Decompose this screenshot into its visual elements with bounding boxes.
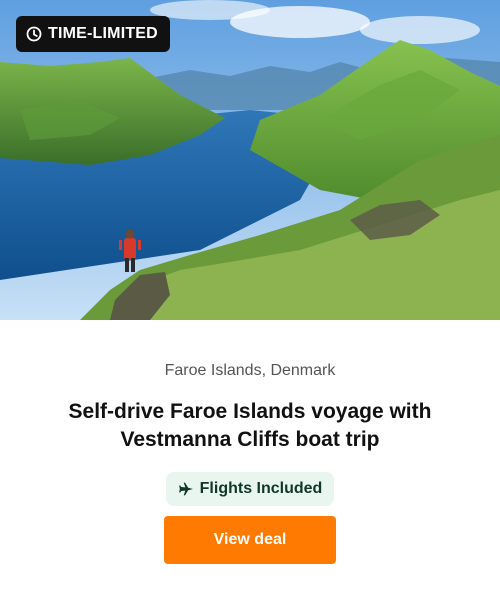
deal-card[interactable]: TIME-LIMITED Faroe Islands, Denmark Self… — [0, 0, 500, 599]
chip-label: Flights Included — [199, 480, 323, 497]
hero-image[interactable]: TIME-LIMITED — [0, 0, 500, 320]
time-limited-badge: TIME-LIMITED — [16, 16, 170, 52]
flights-included-chip: Flights Included — [165, 472, 335, 506]
clock-icon — [26, 26, 42, 42]
plane-icon — [178, 482, 193, 496]
view-deal-button[interactable]: View deal — [164, 516, 336, 564]
badge-label: TIME-LIMITED — [48, 25, 158, 42]
deal-content: Faroe Islands, Denmark Self-drive Faroe … — [0, 320, 500, 599]
deal-title[interactable]: Self-drive Faroe Islands voyage with Ves… — [40, 398, 460, 454]
deal-location: Faroe Islands, Denmark — [164, 362, 336, 379]
